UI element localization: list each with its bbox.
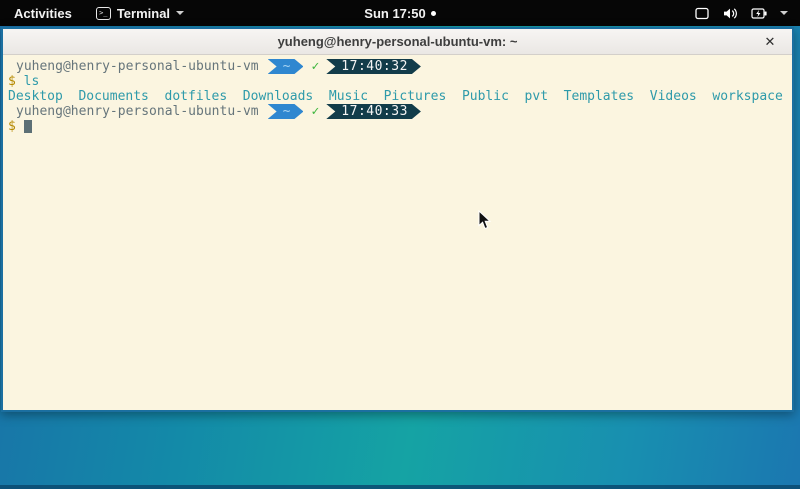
prompt-user-host: yuheng@henry-personal-ubuntu-vm	[16, 59, 259, 74]
ls-item: pvt	[525, 89, 548, 104]
ls-item: dotfiles	[165, 89, 228, 104]
volume-icon	[722, 7, 739, 20]
ls-item: Templates	[564, 89, 634, 104]
ls-item: Desktop	[8, 89, 63, 104]
notification-dot-icon	[431, 11, 436, 16]
network-icon	[694, 7, 710, 20]
ls-item: Music	[329, 89, 368, 104]
ls-item: Pictures	[384, 89, 447, 104]
system-tray-menu[interactable]	[682, 0, 800, 26]
prompt-time-segment: 17:40:33	[326, 104, 421, 119]
terminal-cursor	[24, 120, 32, 133]
ls-item: Videos	[650, 89, 697, 104]
prompt-line-1: yuheng@henry-personal-ubuntu-vm ~ ✓ 17:4…	[8, 59, 788, 74]
ls-output-line: Desktop Documents dotfiles Downloads Mus…	[8, 89, 788, 104]
status-check-icon: ✓	[311, 59, 319, 74]
ls-item: workspace	[712, 89, 782, 104]
input-line[interactable]: $	[8, 119, 788, 134]
close-icon[interactable]: ✕	[760, 29, 780, 55]
prompt-dollar: $	[8, 74, 16, 89]
terminal-content[interactable]: yuheng@henry-personal-ubuntu-vm ~ ✓ 17:4…	[3, 55, 792, 410]
prompt-dollar: $	[8, 119, 16, 134]
command-line: $ ls	[8, 74, 788, 89]
prompt-cwd-segment: ~	[268, 104, 304, 119]
top-bar: Activities >_ Terminal Sun 17:50	[0, 0, 800, 26]
app-menu-label: Terminal	[117, 6, 170, 21]
ls-item: Documents	[78, 89, 148, 104]
activities-label: Activities	[14, 6, 72, 21]
battery-charging-icon	[751, 7, 768, 20]
chevron-down-icon	[780, 11, 788, 15]
command-text: ls	[24, 74, 40, 89]
ls-item: Public	[462, 89, 509, 104]
activities-button[interactable]: Activities	[0, 0, 86, 26]
window-titlebar[interactable]: yuheng@henry-personal-ubuntu-vm: ~ ✕	[3, 29, 792, 55]
prompt-time-segment: 17:40:32	[326, 59, 421, 74]
app-menu-terminal[interactable]: >_ Terminal	[86, 0, 194, 26]
prompt-user-host: yuheng@henry-personal-ubuntu-vm	[16, 104, 259, 119]
status-check-icon: ✓	[311, 104, 319, 119]
terminal-icon: >_	[96, 7, 111, 20]
ls-item: Downloads	[243, 89, 313, 104]
desktop-bottom-edge	[0, 485, 800, 489]
chevron-down-icon	[176, 11, 184, 15]
prompt-cwd-segment: ~	[268, 59, 304, 74]
clock-button[interactable]: Sun 17:50	[364, 6, 425, 21]
prompt-line-2: yuheng@henry-personal-ubuntu-vm ~ ✓ 17:4…	[8, 104, 788, 119]
window-title: yuheng@henry-personal-ubuntu-vm: ~	[278, 34, 518, 49]
terminal-window: yuheng@henry-personal-ubuntu-vm: ~ ✕ yuh…	[1, 27, 794, 412]
